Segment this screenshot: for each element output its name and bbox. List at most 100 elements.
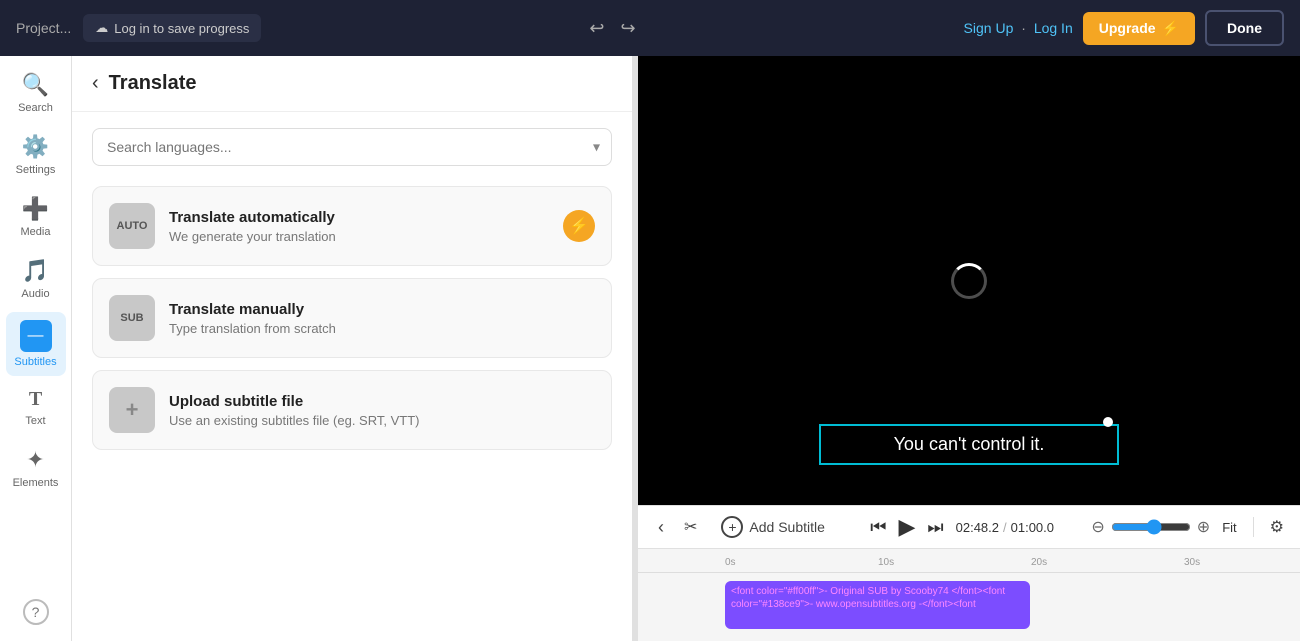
sidebar-label-subtitles: Subtitles	[14, 356, 56, 368]
ruler-tick-10s: 10s	[878, 557, 894, 568]
sidebar-item-text[interactable]: T Text	[6, 380, 66, 435]
sidebar-item-search[interactable]: 🔍 Search	[6, 64, 66, 122]
sidebar: 🔍 Search ⚙️ Settings ➕ Media 🎵 Audio — S…	[0, 56, 72, 641]
sidebar-item-audio[interactable]: 🎵 Audio	[6, 250, 66, 308]
undo-button[interactable]: ↩	[583, 14, 610, 43]
search-icon: 🔍	[22, 72, 49, 98]
project-label[interactable]: Project...	[16, 20, 71, 36]
subtitle-text: You can't control it.	[894, 434, 1045, 454]
time-separator: /	[1003, 520, 1007, 535]
undo-redo-controls: ↩ ↪	[583, 14, 641, 43]
manual-desc: Type translation from scratch	[169, 321, 595, 336]
zoom-controls: ⊖ ⊕	[1091, 517, 1210, 537]
sidebar-label-elements: Elements	[13, 477, 59, 489]
separator-line	[1253, 517, 1254, 537]
manual-text: Translate manually Type translation from…	[169, 301, 595, 336]
upgrade-icon: ⚡	[1162, 20, 1179, 37]
upgrade-label: Upgrade	[1099, 20, 1156, 36]
sidebar-help[interactable]: ?	[23, 599, 49, 625]
auto-translate-card[interactable]: AUTO Translate automatically We generate…	[92, 186, 612, 266]
cloud-save-label: Log in to save progress	[114, 21, 249, 36]
gear-icon: ⚙️	[22, 134, 49, 160]
subtitle-resize-handle[interactable]	[1103, 417, 1113, 427]
zoom-out-button[interactable]: ⊖	[1091, 517, 1104, 537]
skip-back-button[interactable]: ⏮	[870, 517, 886, 538]
fit-button[interactable]: Fit	[1222, 520, 1236, 535]
zoom-slider[interactable]	[1111, 519, 1191, 535]
translate-panel: ‹ Translate ▾ AUTO Translate automatical…	[72, 56, 632, 641]
cloud-save-button[interactable]: ☁ Log in to save progress	[83, 14, 261, 42]
language-search-input[interactable]	[92, 128, 612, 166]
topbar-right: Sign Up · Log In Upgrade ⚡ Done	[964, 10, 1284, 46]
sidebar-label-search: Search	[18, 102, 53, 114]
zoom-in-button[interactable]: ⊕	[1197, 517, 1210, 537]
play-button[interactable]: ▶	[899, 514, 916, 540]
sidebar-label-settings: Settings	[16, 164, 56, 176]
panel-content: ▾ AUTO Translate automatically We genera…	[72, 112, 632, 478]
sidebar-item-media[interactable]: ➕ Media	[6, 188, 66, 246]
timeline-tracks: <font color="#ff00ff">- Original SUB by …	[638, 573, 1300, 641]
topbar-left: Project... ☁ Log in to save progress	[16, 14, 261, 42]
sub-badge: SUB	[109, 295, 155, 341]
audio-icon: 🎵	[22, 258, 49, 284]
dot-separator: ·	[1021, 20, 1026, 36]
elements-icon: ✦	[26, 447, 44, 473]
timeline-settings-button[interactable]: ⚙	[1270, 517, 1284, 537]
upgrade-button[interactable]: Upgrade ⚡	[1083, 12, 1195, 45]
auth-links: Sign Up · Log In	[964, 20, 1073, 36]
language-search-wrapper: ▾	[92, 128, 612, 166]
upload-subtitle-card[interactable]: + Upload subtitle file Use an existing s…	[92, 370, 612, 450]
text-icon: T	[29, 388, 42, 411]
upgrade-icon-auto: ⚡	[563, 210, 595, 242]
help-icon: ?	[23, 599, 49, 625]
sidebar-label-text: Text	[25, 415, 45, 427]
back-button[interactable]: ‹	[92, 72, 99, 95]
time-display: 02:48.2 / 01:00.0	[956, 520, 1054, 535]
auto-badge: AUTO	[109, 203, 155, 249]
timeline-back-button[interactable]: ‹	[654, 513, 668, 542]
skip-forward-button[interactable]: ⏭	[927, 517, 943, 538]
video-subtitle-overlay: You can't control it.	[819, 424, 1119, 465]
ruler-tick-0s: 0s	[725, 557, 736, 568]
upload-badge: +	[109, 387, 155, 433]
video-timeline-area: You can't control it. ‹ ✂ + Add Subtitle…	[638, 56, 1300, 641]
add-subtitle-label: Add Subtitle	[749, 519, 825, 535]
auto-text: Translate automatically We generate your…	[169, 209, 549, 244]
ruler-tick-20s: 20s	[1031, 557, 1047, 568]
add-circle-icon: +	[721, 516, 743, 538]
panel-title: Translate	[109, 72, 197, 95]
signup-link[interactable]: Sign Up	[964, 20, 1014, 36]
video-canvas: You can't control it.	[638, 56, 1300, 505]
auto-desc: We generate your translation	[169, 229, 549, 244]
upload-desc: Use an existing subtitles file (eg. SRT,…	[169, 413, 595, 428]
login-link[interactable]: Log In	[1034, 20, 1073, 36]
total-time: 01:00.0	[1011, 520, 1054, 535]
topbar: Project... ☁ Log in to save progress ↩ ↪…	[0, 0, 1300, 56]
plus-icon: ➕	[22, 196, 49, 222]
redo-button[interactable]: ↪	[614, 14, 641, 43]
upload-text: Upload subtitle file Use an existing sub…	[169, 393, 595, 428]
scissors-button[interactable]: ✂	[680, 513, 701, 541]
upload-title: Upload subtitle file	[169, 393, 595, 410]
done-button[interactable]: Done	[1205, 10, 1284, 46]
sidebar-label-audio: Audio	[21, 288, 49, 300]
video-spinner	[951, 263, 987, 299]
main-layout: 🔍 Search ⚙️ Settings ➕ Media 🎵 Audio — S…	[0, 56, 1300, 641]
panel-header: ‹ Translate	[72, 56, 632, 112]
cloud-icon: ☁	[95, 20, 108, 36]
sidebar-label-media: Media	[21, 226, 51, 238]
ruler-tick-30s: 30s	[1184, 557, 1200, 568]
sidebar-item-elements[interactable]: ✦ Elements	[6, 439, 66, 497]
manual-title: Translate manually	[169, 301, 595, 318]
manual-translate-card[interactable]: SUB Translate manually Type translation …	[92, 278, 612, 358]
clip-1-text: <font color="#ff00ff">- Original SUB by …	[731, 586, 1005, 610]
auto-title: Translate automatically	[169, 209, 549, 226]
sidebar-item-subtitles[interactable]: — Subtitles	[6, 312, 66, 376]
subtitle-clip-1[interactable]: <font color="#ff00ff">- Original SUB by …	[725, 581, 1030, 629]
subtitles-icon: —	[20, 320, 52, 352]
sidebar-item-settings[interactable]: ⚙️ Settings	[6, 126, 66, 184]
current-time: 02:48.2	[956, 520, 999, 535]
timeline-ruler: 0s 10s 20s 30s 40s 50s 1m	[638, 549, 1300, 573]
timeline-controls: ‹ ✂ + Add Subtitle ⏮ ▶ ⏭ 02:48.2 / 01:00…	[638, 505, 1300, 549]
add-subtitle-button[interactable]: + Add Subtitle	[713, 512, 833, 542]
